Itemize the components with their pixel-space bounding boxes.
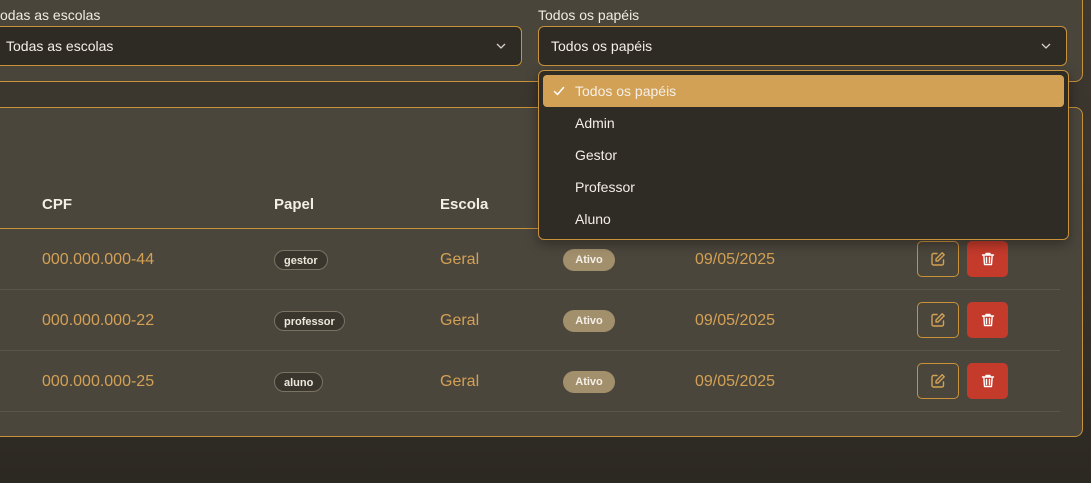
status-badge: Ativo	[563, 371, 615, 393]
chevron-down-icon	[496, 43, 506, 49]
role-option-gestor[interactable]: Gestor	[543, 139, 1064, 171]
role-option-label: Professor	[575, 179, 635, 195]
users-page: odas as escolas Todas as escolas Todos o…	[0, 0, 1091, 483]
status-badge: Ativo	[563, 249, 615, 271]
role-option-admin[interactable]: Admin	[543, 107, 1064, 139]
row-escola: Geral	[440, 373, 480, 390]
role-option-label: Aluno	[575, 211, 611, 227]
chevron-down-icon	[1041, 43, 1051, 49]
header-papel: Papel	[274, 196, 315, 213]
role-badge: professor	[274, 311, 345, 331]
header-escola: Escola	[440, 196, 489, 213]
role-dropdown-menu: Todos os papéis Admin Gestor Professor A…	[538, 70, 1069, 240]
row-date: 09/05/2025	[695, 312, 776, 329]
row-cpf: 000.000.000-25	[42, 373, 155, 390]
school-filter-label: odas as escolas	[0, 7, 101, 23]
row-date: 09/05/2025	[695, 373, 776, 390]
school-filter-value: Todas as escolas	[6, 38, 114, 54]
role-badge: gestor	[274, 250, 328, 270]
row-escola: Geral	[440, 251, 480, 268]
role-filter-value: Todos os papéis	[551, 38, 653, 54]
row-divider	[0, 350, 1060, 351]
role-filter-select[interactable]: Todos os papéis	[538, 26, 1067, 66]
role-option-aluno[interactable]: Aluno	[543, 203, 1064, 235]
role-option-label: Gestor	[575, 147, 618, 163]
row-divider	[0, 289, 1060, 290]
role-option-todos[interactable]: Todos os papéis	[543, 75, 1064, 107]
row-escola: Geral	[440, 312, 480, 329]
edit-icon	[931, 252, 945, 266]
row-date: 09/05/2025	[695, 251, 776, 268]
edit-button[interactable]	[917, 363, 959, 399]
role-option-label: Todos os papéis	[575, 83, 677, 99]
delete-button[interactable]	[967, 241, 1008, 277]
role-filter-label: Todos os papéis	[538, 7, 640, 23]
edit-button[interactable]	[917, 241, 959, 277]
edit-icon	[931, 374, 945, 388]
status-badge: Ativo	[563, 310, 615, 332]
row-cpf: 000.000.000-22	[42, 312, 155, 329]
role-option-professor[interactable]: Professor	[543, 171, 1064, 203]
delete-button[interactable]	[967, 302, 1008, 338]
school-filter-select[interactable]: Todas as escolas	[0, 26, 522, 66]
edit-button[interactable]	[917, 302, 959, 338]
trash-icon	[981, 374, 994, 388]
role-option-label: Admin	[575, 115, 615, 131]
header-cpf: CPF	[42, 196, 72, 213]
trash-icon	[981, 252, 994, 266]
delete-button[interactable]	[967, 363, 1008, 399]
row-cpf: 000.000.000-44	[42, 251, 155, 268]
trash-icon	[981, 313, 994, 327]
edit-icon	[931, 313, 945, 327]
row-divider	[0, 411, 1060, 412]
role-badge: aluno	[274, 372, 324, 392]
check-icon	[553, 86, 565, 96]
